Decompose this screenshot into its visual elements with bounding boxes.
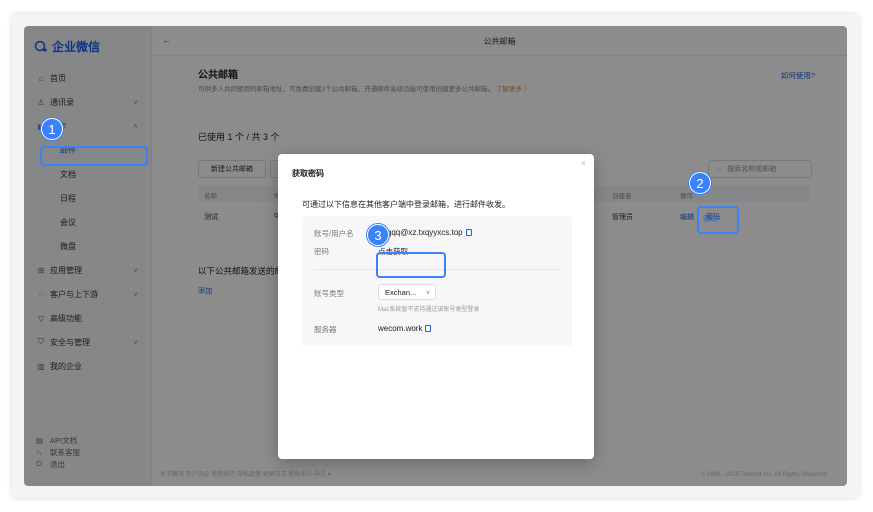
account-value: qqqqq@xz.txqyyxcs.top [378, 228, 472, 237]
window-frame: 企业微信 ⌂ 首页 ♙ 通讯录 ∨ ▣ 工作 ∧ 邮件 [12, 14, 859, 498]
account-type-value: Exchan... [385, 287, 417, 297]
get-password-dialog: 获取密码 × 可通过以下信息在其他客户端中登录邮箱，进行邮件收发。 账号/用户名… [278, 154, 594, 459]
highlight-get-password [376, 252, 446, 278]
step-badge-1: 1 [41, 118, 63, 140]
password-label: 密码 [314, 247, 329, 256]
dialog-description: 可通过以下信息在其他客户端中登录邮箱，进行邮件收发。 [302, 200, 510, 209]
server-text: wecom.work [378, 324, 423, 333]
server-label: 服务器 [314, 325, 337, 334]
account-type-select[interactable]: Exchan... ∨ [378, 284, 436, 300]
copy-icon[interactable] [425, 325, 432, 332]
step-badge-3: 3 [367, 224, 389, 246]
chevron-down-icon: ∨ [425, 289, 430, 296]
step-badge-2: 2 [689, 172, 711, 194]
account-type-note: Mac系统暂不支持通过该账号类型登录 [378, 307, 480, 313]
credentials-panel: 账号/用户名 qqqqq@xz.txqyyxcs.top 密码 点击获取 账号类… [302, 216, 572, 346]
highlight-mail-item [40, 146, 148, 166]
close-icon[interactable]: × [581, 158, 586, 168]
account-text: qqqqq@xz.txqyyxcs.top [378, 228, 463, 237]
dialog-title: 获取密码 [292, 169, 324, 178]
account-type-label: 账号类型 [314, 289, 344, 298]
password-link-highlighted[interactable]: 密码 [703, 214, 717, 224]
server-value: wecom.work [378, 324, 432, 333]
app-window: 企业微信 ⌂ 首页 ♙ 通讯录 ∨ ▣ 工作 ∧ 邮件 [24, 26, 847, 486]
account-label: 账号/用户名 [314, 229, 354, 238]
copy-icon[interactable] [465, 229, 472, 236]
